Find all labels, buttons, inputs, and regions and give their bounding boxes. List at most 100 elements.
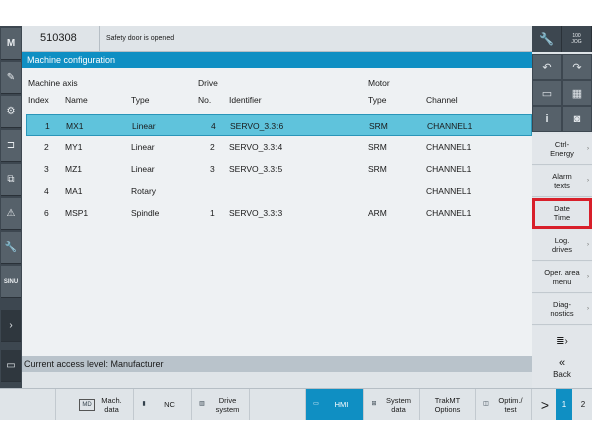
nc-icon: ▮	[142, 400, 146, 407]
sinumerik-key[interactable]: SINU	[1, 266, 21, 298]
list-icon: ≣›	[556, 335, 568, 347]
diagnosis-key[interactable]: ⚠	[1, 198, 21, 230]
softkey-hmi[interactable]: ▭ HMI	[306, 389, 364, 420]
chevron-right-icon: ›	[9, 320, 13, 331]
bottom-softkey-row: MD Mach. data ▮ NC ▥ Drive system ▭ HMI …	[0, 388, 592, 420]
col-header-type: Type	[131, 95, 150, 105]
cell-name: MA1	[65, 186, 83, 196]
parameter-key[interactable]: ✎	[1, 62, 21, 94]
cell-motor-type: SRM	[369, 121, 388, 131]
cell-index: 1	[45, 121, 50, 131]
cell-type: Rotary	[131, 186, 157, 196]
cell-channel: CHANNEL1	[426, 208, 472, 218]
cell-identifier: SERVO_3.3:3	[229, 208, 283, 218]
camera-icon: ◙	[573, 113, 581, 125]
cell-drive-no: 2	[210, 142, 215, 152]
cell-index: 2	[44, 142, 49, 152]
col-header-drive-no: No.	[198, 95, 212, 105]
softkey-alarm-texts[interactable]: Alarm texts ›	[532, 166, 592, 197]
copy-icon: ⧉	[7, 174, 15, 185]
softkey-list[interactable]: ≣›	[532, 326, 592, 357]
screenshot-button[interactable]: ◙	[562, 106, 592, 132]
cell-type: Linear	[132, 121, 156, 131]
cell-drive-no: 4	[211, 121, 216, 131]
softkey-label: Oper. area menu	[544, 268, 580, 286]
col-header-index: Index	[28, 95, 49, 105]
bottom-spacer	[22, 389, 56, 420]
softkey-label: Drive system	[215, 395, 240, 414]
table-row[interactable]: 3 MZ1 Linear 3 SERVO_3.3:5 SRM CHANNEL1	[26, 158, 532, 180]
cell-index: 4	[44, 186, 49, 196]
softkey-label: Date Time	[553, 204, 571, 222]
softkey-mach-data[interactable]: MD Mach. data	[76, 389, 134, 420]
program-key[interactable]: ⚙	[1, 96, 21, 128]
softkey-label: Alarm texts	[552, 172, 572, 190]
cell-index: 3	[44, 164, 49, 174]
tool-button[interactable]: 🔧	[532, 26, 562, 52]
calc-button[interactable]: ▦	[562, 80, 592, 106]
undo-button[interactable]: ↶	[532, 54, 562, 80]
cell-motor-type: ARM	[368, 208, 387, 218]
info-button[interactable]: i	[532, 106, 562, 132]
bottom-empty-key[interactable]	[250, 389, 306, 420]
cell-name: MZ1	[65, 164, 82, 174]
window-key[interactable]: ▭	[1, 350, 21, 382]
cell-motor-type: SRM	[368, 142, 387, 152]
axis-table: Machine axis Drive Motor Index Name Type…	[22, 68, 532, 354]
program-manager-key[interactable]: ⊐	[1, 130, 21, 162]
cell-identifier: SERVO_3.3:6	[230, 121, 284, 131]
next-page-button[interactable]: >	[536, 389, 554, 420]
softkey-nc[interactable]: ▮ NC	[134, 389, 192, 420]
cell-channel: CHANNEL1	[426, 142, 472, 152]
md-icon: MD	[79, 399, 95, 411]
redo-button[interactable]: ↷	[562, 54, 592, 80]
alarm-code: 510308	[22, 26, 100, 51]
display-button[interactable]: ▭	[532, 80, 562, 106]
back-button[interactable]: « Back	[532, 356, 592, 388]
mode-label: JOG	[571, 39, 582, 45]
double-chevron-left-icon: «	[558, 357, 566, 369]
softkey-diagnostics[interactable]: Diag- nostics ›	[532, 294, 592, 325]
warning-icon: ⚠	[6, 208, 16, 219]
monitor-icon: ▭	[541, 87, 553, 100]
softkey-optim-test[interactable]: ◫ Optim./ test	[476, 389, 532, 420]
cell-drive-no: 3	[210, 164, 215, 174]
softkey-ctrl-energy[interactable]: Ctrl- Energy ›	[532, 134, 592, 165]
col-header-motor-type: Type	[368, 95, 387, 105]
info-bar	[22, 372, 532, 388]
cell-index: 6	[44, 208, 49, 218]
access-level-status: Current access level: Manufacturer	[22, 356, 532, 372]
info-icon: i	[545, 113, 549, 125]
expand-key[interactable]: ›	[1, 310, 21, 342]
softkey-log-drives[interactable]: Log. drives ›	[532, 230, 592, 261]
softkey-label: Log. drives	[551, 236, 572, 254]
header-bar: 510308 Safety door is opened	[22, 26, 532, 52]
chevron-right-icon: ›	[587, 242, 589, 248]
softkey-oper-area-menu[interactable]: Oper. area menu ›	[532, 262, 592, 293]
cell-identifier: SERVO_3.3:5	[229, 164, 283, 174]
right-softkey-column: 🔧 100 JOG ↶ ↷ ▭ ▦ i ◙ Ctrl- Energy › Alar…	[532, 26, 592, 420]
col-header-name: Name	[65, 95, 88, 105]
softkey-drive-system[interactable]: ▥ Drive system	[192, 389, 250, 420]
softkey-date-time[interactable]: Date Time	[532, 198, 592, 229]
cell-drive-no: 1	[210, 208, 215, 218]
table-row[interactable]: 1 MX1 Linear 4 SERVO_3.3:6 SRM CHANNEL1	[26, 114, 532, 136]
softkey-trakmt-options[interactable]: TrakMT Options	[420, 389, 476, 420]
page-1-button[interactable]: 1	[556, 389, 572, 420]
sinu-icon: SINU	[3, 278, 19, 285]
softkey-system-data[interactable]: ⊞ System data	[364, 389, 420, 420]
cell-channel: CHANNEL1	[426, 186, 472, 196]
machine-key[interactable]: M	[1, 28, 21, 60]
table-row[interactable]: 4 MA1 Rotary CHANNEL1	[26, 180, 532, 202]
table-row[interactable]: 2 MY1 Linear 2 SERVO_3.3:4 SRM CHANNEL1	[26, 136, 532, 158]
cell-name: MY1	[65, 142, 83, 152]
page-2-button[interactable]: 2	[574, 389, 592, 420]
setup-key[interactable]: 🔧	[1, 232, 21, 264]
gear-icon: ⚙	[6, 106, 16, 117]
files-key[interactable]: ⧉	[1, 164, 21, 196]
wrench-icon: 🔧	[4, 242, 18, 253]
softkey-label: Diag- nostics	[550, 300, 574, 318]
cell-name: MSP1	[65, 208, 89, 218]
table-row[interactable]: 6 MSP1 Spindle 1 SERVO_3.3:3 ARM CHANNEL…	[26, 202, 532, 224]
redo-icon: ↷	[572, 61, 582, 74]
